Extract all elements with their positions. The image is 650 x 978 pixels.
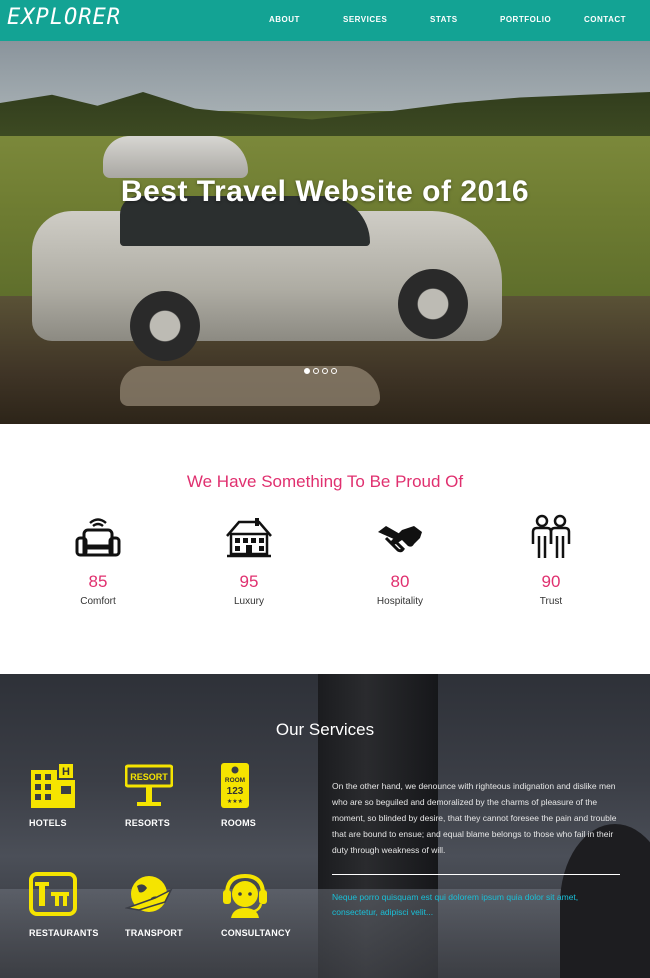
hero-title: Best Travel Website of 2016 xyxy=(120,175,530,208)
slider-dot[interactable] xyxy=(322,368,328,374)
stat-value: 90 xyxy=(541,572,561,591)
stat-value: 95 xyxy=(239,572,259,591)
service-label: CONSULTANCY xyxy=(221,928,291,938)
service-label: ROOMS xyxy=(221,818,257,828)
services-section: Our Services H HOTELS RESORT RESORTS ROO… xyxy=(0,674,650,978)
house-icon xyxy=(226,518,272,558)
nav-item-stats[interactable]: STATS xyxy=(430,15,458,24)
nav-item-services[interactable]: SERVICES xyxy=(343,15,387,24)
handshake-icon xyxy=(378,526,422,553)
room-tag-number: 123 xyxy=(227,786,244,797)
service-label: RESORTS xyxy=(125,818,170,828)
slider-dot[interactable] xyxy=(304,368,310,374)
people-icon xyxy=(531,514,571,558)
hero-rocks xyxy=(120,366,380,406)
slider-dot[interactable] xyxy=(313,368,319,374)
service-rooms[interactable]: ROOM 123 ★★★ ROOMS xyxy=(221,762,311,828)
service-consultancy[interactable]: CONSULTANCY xyxy=(221,872,311,938)
stat-label: Luxury xyxy=(233,596,264,607)
hero-car-roofbox xyxy=(103,136,248,178)
stat-value: 85 xyxy=(88,572,108,591)
stat-comfort: 85 Comfort xyxy=(38,514,158,607)
stat-label: Comfort xyxy=(80,596,116,607)
stat-trust: 90 Trust xyxy=(491,514,611,607)
stat-value: 80 xyxy=(390,572,410,591)
resort-sign-icon: RESORT xyxy=(125,764,173,806)
hotel-icon: H xyxy=(31,764,75,808)
services-title: Our Services xyxy=(275,720,375,739)
service-label: RESTAURANTS xyxy=(29,928,99,938)
slider-dot[interactable] xyxy=(331,368,337,374)
restaurant-icon xyxy=(29,872,77,916)
svg-text:H: H xyxy=(62,766,70,778)
room-tag-icon: ROOM 123 ★★★ xyxy=(221,763,249,808)
services-quote: Neque porro quisquam est qui dolorem ips… xyxy=(332,892,579,917)
hero-slider: Best Travel Website of 2016 xyxy=(0,41,650,424)
globe-plane-icon xyxy=(125,876,173,912)
headset-icon xyxy=(223,873,267,918)
stats-title: We Have Something To Be Proud Of xyxy=(186,472,464,491)
service-resorts[interactable]: RESORT RESORTS xyxy=(125,762,215,828)
stat-label: Hospitality xyxy=(376,596,424,607)
room-tag-text: ROOM xyxy=(225,777,245,784)
site-logo[interactable]: EXPLORER xyxy=(7,5,121,30)
nav-item-contact[interactable]: CONTACT xyxy=(584,15,626,24)
service-transport[interactable]: TRANSPORT xyxy=(125,872,215,938)
stat-hospitality: 80 Hospitality xyxy=(340,514,460,607)
services-paragraph: On the other hand, we denounce with righ… xyxy=(332,781,617,855)
stats-section: We Have Something To Be Proud Of 85 Comf… xyxy=(0,424,650,674)
service-restaurants[interactable]: RESTAURANTS xyxy=(29,872,119,938)
armchair-icon xyxy=(75,518,121,557)
service-label: HOTELS xyxy=(29,818,67,828)
top-nav: EXPLORER ABOUT SERVICES STATS PORTFOLIO … xyxy=(0,0,650,41)
nav-item-portfolio[interactable]: PORTFOLIO xyxy=(500,15,551,24)
stat-label: Trust xyxy=(539,596,563,607)
service-label: TRANSPORT xyxy=(125,928,183,938)
svg-text:★★★: ★★★ xyxy=(227,798,243,805)
hero-car-wheel xyxy=(130,291,200,361)
hero-car-wheel xyxy=(398,269,468,339)
service-hotels[interactable]: H HOTELS xyxy=(29,762,119,828)
services-divider xyxy=(332,874,620,875)
nav-item-about[interactable]: ABOUT xyxy=(269,15,300,24)
resort-sign-text: RESORT xyxy=(130,772,168,782)
slider-dots xyxy=(304,361,340,374)
stat-luxury: 95 Luxury xyxy=(189,514,309,607)
